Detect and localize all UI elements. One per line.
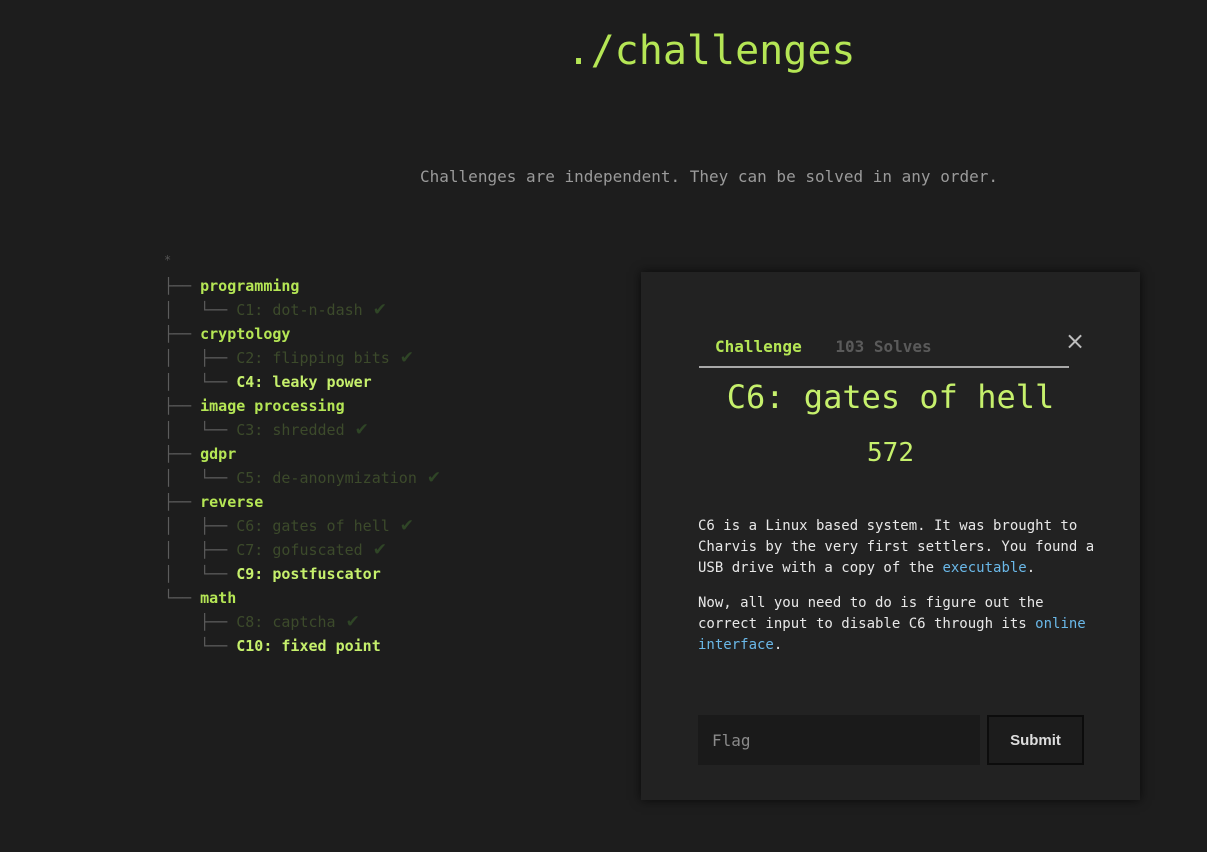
tree-category: └── math bbox=[164, 586, 441, 610]
tree-category: ├── cryptology bbox=[164, 322, 441, 346]
tree-root: * bbox=[164, 253, 172, 267]
tree-branch: ├── bbox=[164, 277, 201, 295]
challenge-label: C1: dot-n-dash bbox=[236, 301, 363, 319]
check-icon: ✔ bbox=[399, 516, 415, 536]
challenge-label: C4: leaky power bbox=[236, 373, 372, 391]
tree-challenge[interactable]: │ └── C5: de-anonymization ✔ bbox=[164, 466, 441, 490]
category-label: math bbox=[200, 589, 237, 607]
close-icon[interactable]: × bbox=[1065, 327, 1085, 355]
tree-branch: │ └── bbox=[164, 301, 237, 319]
tree-challenge[interactable]: │ ├── C2: flipping bits ✔ bbox=[164, 346, 441, 370]
description-paragraph: Now, all you need to do is figure out th… bbox=[698, 593, 1098, 656]
category-label: cryptology bbox=[200, 325, 291, 343]
tree-rows: ├── programming │ └── C1: dot-n-dash ✔ ├── … bbox=[164, 274, 441, 658]
tree-challenge[interactable]: │ └── C1: dot-n-dash ✔ bbox=[164, 298, 441, 322]
tree-category: ├── image processing bbox=[164, 394, 441, 418]
page-title: ./challenges bbox=[566, 28, 856, 74]
tree-challenge[interactable]: │ ├── C7: gofuscated ✔ bbox=[164, 538, 441, 562]
challenge-label: C3: shredded bbox=[236, 421, 345, 439]
tree-challenge[interactable]: │ └── C3: shredded ✔ bbox=[164, 418, 441, 442]
tree-branch: ├── bbox=[164, 445, 201, 463]
challenge-label: C5: de-anonymization bbox=[236, 469, 417, 487]
check-icon: ✔ bbox=[372, 540, 387, 560]
description-text-end: . bbox=[773, 637, 783, 653]
flag-input[interactable] bbox=[698, 715, 980, 765]
tab-solves[interactable]: 103 Solves bbox=[819, 336, 939, 358]
submit-button[interactable]: Submit bbox=[987, 715, 1084, 765]
tree-category: ├── programming bbox=[164, 274, 441, 298]
check-icon: ✔ bbox=[354, 420, 369, 440]
tree-challenge[interactable]: └── C10: fixed point bbox=[164, 634, 441, 658]
tree-branch: ├── bbox=[164, 397, 201, 415]
tree-branch: │ ├── bbox=[164, 541, 237, 559]
category-label: image processing bbox=[200, 397, 345, 415]
executable-link[interactable]: executable bbox=[942, 560, 1026, 576]
challenge-points: 572 bbox=[867, 438, 914, 468]
tree-challenge[interactable]: │ └── C9: postfuscator bbox=[164, 562, 441, 586]
challenge-tree: * ├── programming │ └── C1: dot-n-dash ✔ ├─… bbox=[164, 250, 441, 658]
tree-branch: │ └── bbox=[164, 469, 237, 487]
tree-branch: │ └── bbox=[164, 373, 237, 391]
tree-branch: ├── bbox=[164, 493, 201, 511]
description-paragraph: C6 is a Linux based system. It was broug… bbox=[698, 516, 1098, 579]
challenge-description: C6 is a Linux based system. It was broug… bbox=[698, 516, 1098, 670]
tree-challenge[interactable]: │ ├── C6: gates of hell ✔ bbox=[164, 514, 441, 538]
tab-challenge[interactable]: Challenge bbox=[699, 336, 810, 358]
category-label: programming bbox=[200, 277, 300, 295]
category-label: gdpr bbox=[200, 445, 237, 463]
tree-challenge[interactable]: ├── C8: captcha ✔ bbox=[164, 610, 441, 634]
challenge-label: C9: postfuscator bbox=[236, 565, 381, 583]
modal-tabs: Challenge 103 Solves bbox=[699, 336, 1069, 368]
check-icon: ✔ bbox=[399, 348, 415, 368]
challenge-label: C6: gates of hell bbox=[236, 517, 390, 535]
challenge-label: C2: flipping bits bbox=[236, 349, 390, 367]
tree-branch: ├── bbox=[164, 325, 201, 343]
check-icon: ✔ bbox=[372, 300, 387, 320]
tree-category: ├── gdpr bbox=[164, 442, 441, 466]
tree-branch: │ ├── bbox=[164, 517, 237, 535]
tree-branch: │ ├── bbox=[164, 349, 237, 367]
tree-branch: ├── bbox=[164, 613, 237, 631]
check-icon: ✔ bbox=[345, 612, 360, 632]
description-text-end: . bbox=[1026, 560, 1036, 576]
challenge-label: C7: gofuscated bbox=[236, 541, 363, 559]
challenge-label: C10: fixed point bbox=[236, 637, 381, 655]
check-icon: ✔ bbox=[426, 468, 442, 488]
description-text: Now, all you need to do is figure out th… bbox=[698, 595, 1044, 632]
tree-branch: │ └── bbox=[164, 565, 237, 583]
tree-branch: └── bbox=[164, 589, 201, 607]
tree-category: ├── reverse bbox=[164, 490, 441, 514]
tree-branch: └── bbox=[164, 637, 237, 655]
challenge-modal: Challenge 103 Solves × C6: gates of hell… bbox=[641, 272, 1140, 800]
challenge-title: C6: gates of hell bbox=[726, 378, 1055, 416]
tree-branch: │ └── bbox=[164, 421, 237, 439]
page-subtitle: Challenges are independent. They can be … bbox=[420, 167, 998, 186]
challenge-label: C8: captcha bbox=[236, 613, 336, 631]
category-label: reverse bbox=[200, 493, 264, 511]
tree-challenge[interactable]: │ └── C4: leaky power bbox=[164, 370, 441, 394]
